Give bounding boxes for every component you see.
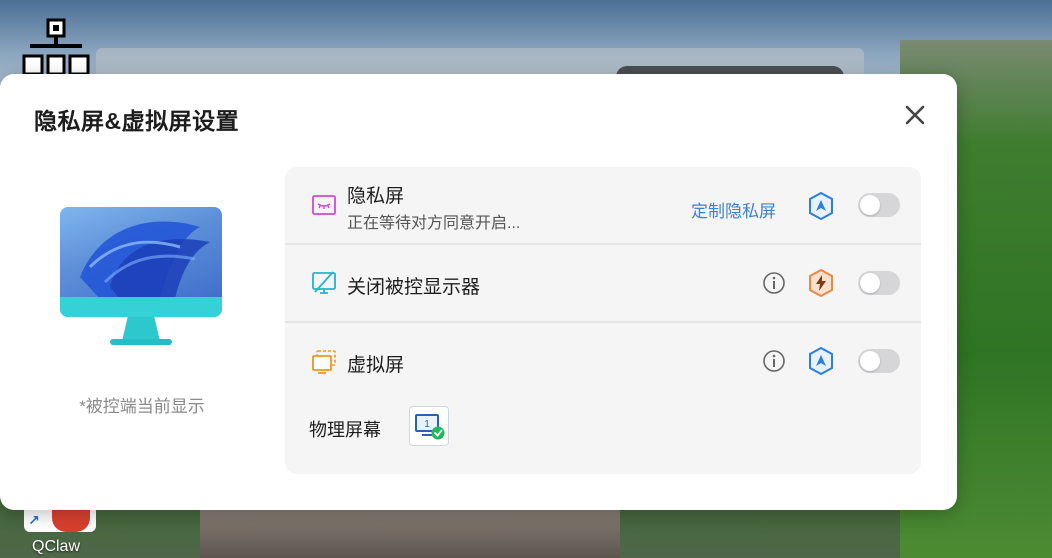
navigation-badge-icon xyxy=(807,346,835,376)
virtual-screen-title: 虚拟屏 xyxy=(347,355,405,376)
customize-privacy-screen-link[interactable]: 定制隐私屏 xyxy=(691,197,776,222)
desktop-great-wall xyxy=(200,505,620,558)
physical-screen-number: 1 xyxy=(424,419,430,430)
monitor-off-icon xyxy=(311,270,337,296)
physical-screen-1-button[interactable]: 1 xyxy=(409,406,449,446)
privacy-screen-title: 隐私屏 xyxy=(347,186,405,207)
virtual-screen-icon xyxy=(311,349,337,375)
preview-caption: *被控端当前显示 xyxy=(79,397,205,416)
privacy-screen-row: 隐私屏 正在等待对方同意开启... 定制隐私屏 xyxy=(285,167,921,243)
monitor-off-row: 关闭被控显示器 xyxy=(285,245,921,321)
dialog-title: 隐私屏&虚拟屏设置 xyxy=(34,108,240,134)
monitor-off-toggle[interactable] xyxy=(858,271,900,295)
monitor-off-title: 关闭被控显示器 xyxy=(347,277,481,298)
privacy-screen-status: 正在等待对方同意开启... xyxy=(347,215,521,232)
privacy-virtual-screen-dialog: 隐私屏&虚拟屏设置 *被控端当前显示 隐私屏 正在等待对方同意开启... 定制隐… xyxy=(0,74,957,510)
desktop-shortcut-label: QClaw xyxy=(32,538,81,555)
close-button[interactable] xyxy=(902,102,928,128)
desktop-network-app-icon[interactable] xyxy=(22,18,90,76)
shortcut-arrow-icon: ↗ xyxy=(26,512,42,528)
privacy-screen-toggle[interactable] xyxy=(858,193,900,217)
desktop-shortcut-qclaw[interactable]: ↗ QClaw xyxy=(24,504,98,558)
lightning-badge-icon xyxy=(807,268,835,298)
info-icon[interactable] xyxy=(762,349,786,373)
info-icon[interactable] xyxy=(762,271,786,295)
physical-screen-label: 物理屏幕 xyxy=(309,420,381,440)
settings-panel: 隐私屏 正在等待对方同意开启... 定制隐私屏 关闭被控显示器 虚拟屏 物理屏幕… xyxy=(285,167,921,474)
virtual-screen-toggle[interactable] xyxy=(858,349,900,373)
privacy-screen-icon xyxy=(311,192,337,218)
virtual-screen-row: 虚拟屏 物理屏幕 1 xyxy=(285,323,921,474)
physical-screen-selected-icon: 1 xyxy=(415,414,445,440)
remote-display-preview xyxy=(60,207,222,347)
navigation-badge-icon xyxy=(807,191,835,221)
close-icon xyxy=(905,105,925,125)
